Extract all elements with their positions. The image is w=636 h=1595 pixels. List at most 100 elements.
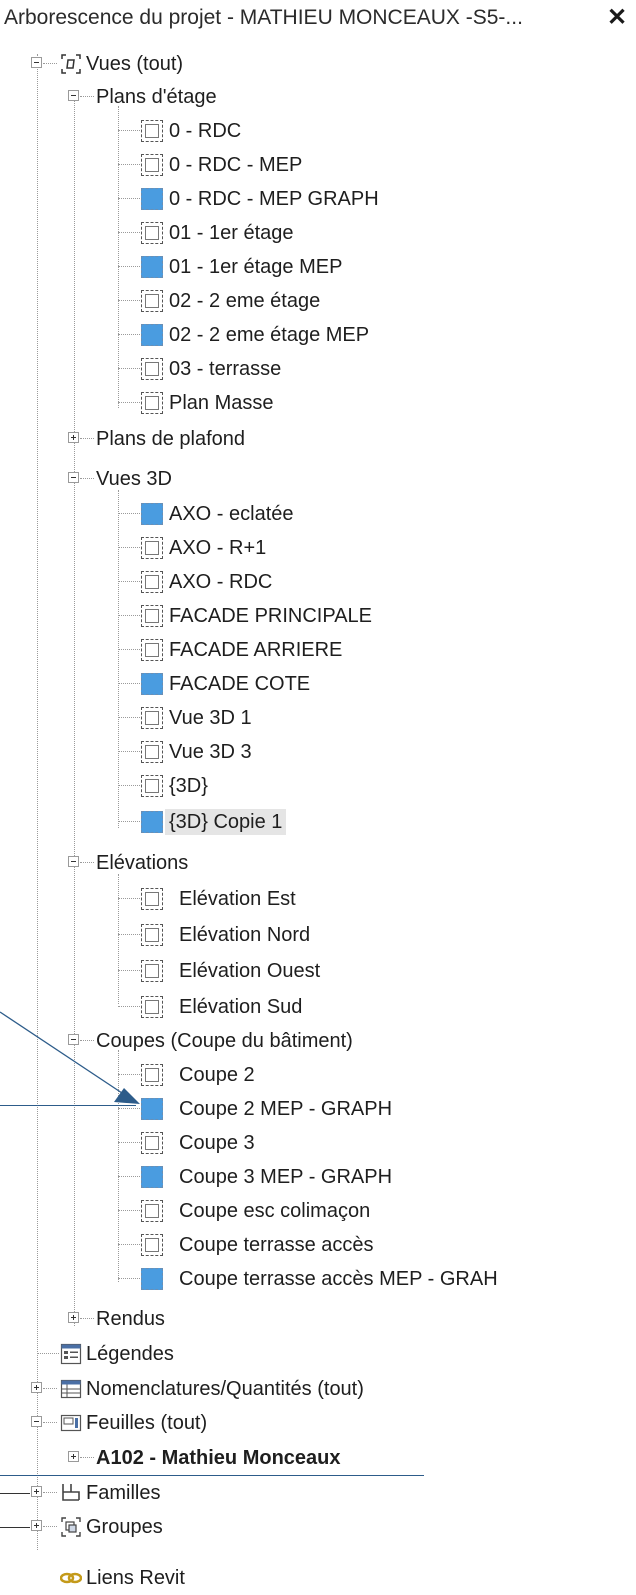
tree-node-nomenclatures[interactable]: Nomenclatures/Quantités (tout): [0, 1372, 636, 1406]
view-icon: [141, 120, 163, 142]
view-item[interactable]: Coupe 2: [0, 1058, 636, 1092]
collapse-icon[interactable]: [68, 472, 79, 483]
tree-connector: [43, 1492, 57, 1493]
view-icon: [141, 639, 163, 661]
view-label: 0 - RDC - MEP GRAPH: [169, 188, 379, 210]
tree-connector: [80, 1457, 94, 1458]
view-icon: [141, 605, 163, 627]
expand-icon[interactable]: [68, 1312, 79, 1323]
view-label: Plan Masse: [169, 392, 274, 414]
tree-connector: [118, 1278, 140, 1279]
tree-node-legendes[interactable]: Légendes: [0, 1337, 636, 1371]
view-icon-highlighted: [141, 1166, 163, 1188]
tree-node-feuilles[interactable]: Feuilles (tout): [0, 1406, 636, 1440]
view-item[interactable]: Coupe 3 MEP - GRAPH: [0, 1160, 636, 1194]
view-icon-highlighted: [141, 256, 163, 278]
tree-node-groupes[interactable]: Groupes: [0, 1510, 636, 1544]
tree-node-elevations[interactable]: Elévations: [0, 846, 636, 880]
collapse-icon[interactable]: [68, 90, 79, 101]
view-item[interactable]: 02 - 2 eme étage MEP: [0, 318, 636, 352]
view-item[interactable]: Elévation Sud: [0, 990, 636, 1024]
view-icon: [141, 537, 163, 559]
sheet-icon: [60, 1414, 82, 1432]
view-item[interactable]: 03 - terrasse: [0, 352, 636, 386]
view-icon: [141, 154, 163, 176]
tree-label: Familles: [86, 1482, 161, 1504]
tree-node-vues-3d[interactable]: Vues 3D: [0, 462, 636, 496]
collapse-icon[interactable]: [31, 57, 42, 68]
collapse-icon[interactable]: [68, 1034, 79, 1045]
tree-node-plans-etage[interactable]: Plans d'étage: [0, 80, 636, 114]
legend-icon: [60, 1343, 82, 1365]
view-item[interactable]: FACADE ARRIERE: [0, 633, 636, 667]
view-item[interactable]: 02 - 2 eme étage: [0, 284, 636, 318]
expand-icon[interactable]: [31, 1382, 42, 1393]
view-item[interactable]: 0 - RDC - MEP: [0, 148, 636, 182]
tree-connector: [118, 334, 140, 335]
annotation-line: [0, 1493, 30, 1494]
view-item[interactable]: Coupe 3: [0, 1126, 636, 1160]
expand-icon[interactable]: [68, 432, 79, 443]
view-item[interactable]: Vue 3D 3: [0, 735, 636, 769]
view-icon: [141, 1234, 163, 1256]
tree-node-vues[interactable]: Vues (tout): [0, 47, 636, 81]
view-item[interactable]: {3D}: [0, 769, 636, 803]
view-item-selected[interactable]: {3D} Copie 1: [0, 805, 636, 839]
view-item[interactable]: Coupe terrasse accès MEP - GRAH: [0, 1262, 636, 1296]
view-label: Coupe terrasse accès MEP - GRAH: [179, 1268, 498, 1290]
tree-connector: [118, 785, 140, 786]
tree-label: A102 - Mathieu Monceaux: [96, 1447, 341, 1469]
view-label: FACADE PRINCIPALE: [169, 605, 373, 627]
tree-node-liens-revit[interactable]: Liens Revit: [0, 1561, 636, 1595]
tree-connector: [80, 438, 94, 439]
expand-icon[interactable]: [31, 1486, 42, 1497]
view-item[interactable]: 0 - RDC - MEP GRAPH: [0, 182, 636, 216]
view-label: Elévation Sud: [179, 996, 303, 1018]
revit-links-icon: [60, 1572, 82, 1584]
tree-connector: [118, 1210, 140, 1211]
view-icon: [141, 924, 163, 946]
view-item[interactable]: Vue 3D 1: [0, 701, 636, 735]
tree-connector: [43, 63, 57, 64]
view-label: 0 - RDC - MEP: [169, 154, 303, 176]
view-item[interactable]: Plan Masse: [0, 386, 636, 420]
annotation-line: [0, 1105, 136, 1106]
view-item[interactable]: 0 - RDC: [0, 114, 636, 148]
view-item[interactable]: Coupe 2 MEP - GRAPH: [0, 1092, 636, 1126]
collapse-icon[interactable]: [31, 1416, 42, 1427]
collapse-icon[interactable]: [68, 856, 79, 867]
view-icon: [141, 996, 163, 1018]
tree-label: Plans d'étage: [96, 86, 217, 108]
view-item[interactable]: AXO - RDC: [0, 565, 636, 599]
tree-connector: [80, 96, 94, 97]
tree-connector: [118, 970, 140, 971]
tree-connector: [118, 198, 140, 199]
view-item[interactable]: Coupe terrasse accès: [0, 1228, 636, 1262]
tree-connector: [118, 934, 140, 935]
view-item[interactable]: Elévation Est: [0, 882, 636, 916]
tree-connector: [118, 368, 140, 369]
view-label: Coupe terrasse accès: [179, 1234, 374, 1256]
expand-icon[interactable]: [31, 1520, 42, 1531]
tree-connector: [118, 683, 140, 684]
tree-connector: [118, 1006, 140, 1007]
view-item[interactable]: AXO - R+1: [0, 531, 636, 565]
view-label: Elévation Ouest: [179, 960, 321, 982]
expand-icon[interactable]: [68, 1451, 79, 1462]
view-item[interactable]: Elévation Nord: [0, 918, 636, 952]
view-item[interactable]: 01 - 1er étage MEP: [0, 250, 636, 284]
view-item[interactable]: AXO - eclatée: [0, 497, 636, 531]
tree-label: Groupes: [86, 1516, 163, 1538]
tree-node-sheet-a102[interactable]: A102 - Mathieu Monceaux: [0, 1441, 636, 1475]
tree-node-plans-plafond[interactable]: Plans de plafond: [0, 422, 636, 456]
tree-node-coupes[interactable]: Coupes (Coupe du bâtiment): [0, 1024, 636, 1058]
view-item[interactable]: FACADE COTE: [0, 667, 636, 701]
view-item[interactable]: Elévation Ouest: [0, 954, 636, 988]
tree-node-familles[interactable]: Familles: [0, 1476, 636, 1510]
tree-label: Plans de plafond: [96, 428, 246, 450]
view-item[interactable]: Coupe esc colimaçon: [0, 1194, 636, 1228]
view-item[interactable]: FACADE PRINCIPALE: [0, 599, 636, 633]
view-label: Coupe 2 MEP - GRAPH: [179, 1098, 393, 1120]
view-item[interactable]: 01 - 1er étage: [0, 216, 636, 250]
tree-node-rendus[interactable]: Rendus: [0, 1302, 636, 1336]
